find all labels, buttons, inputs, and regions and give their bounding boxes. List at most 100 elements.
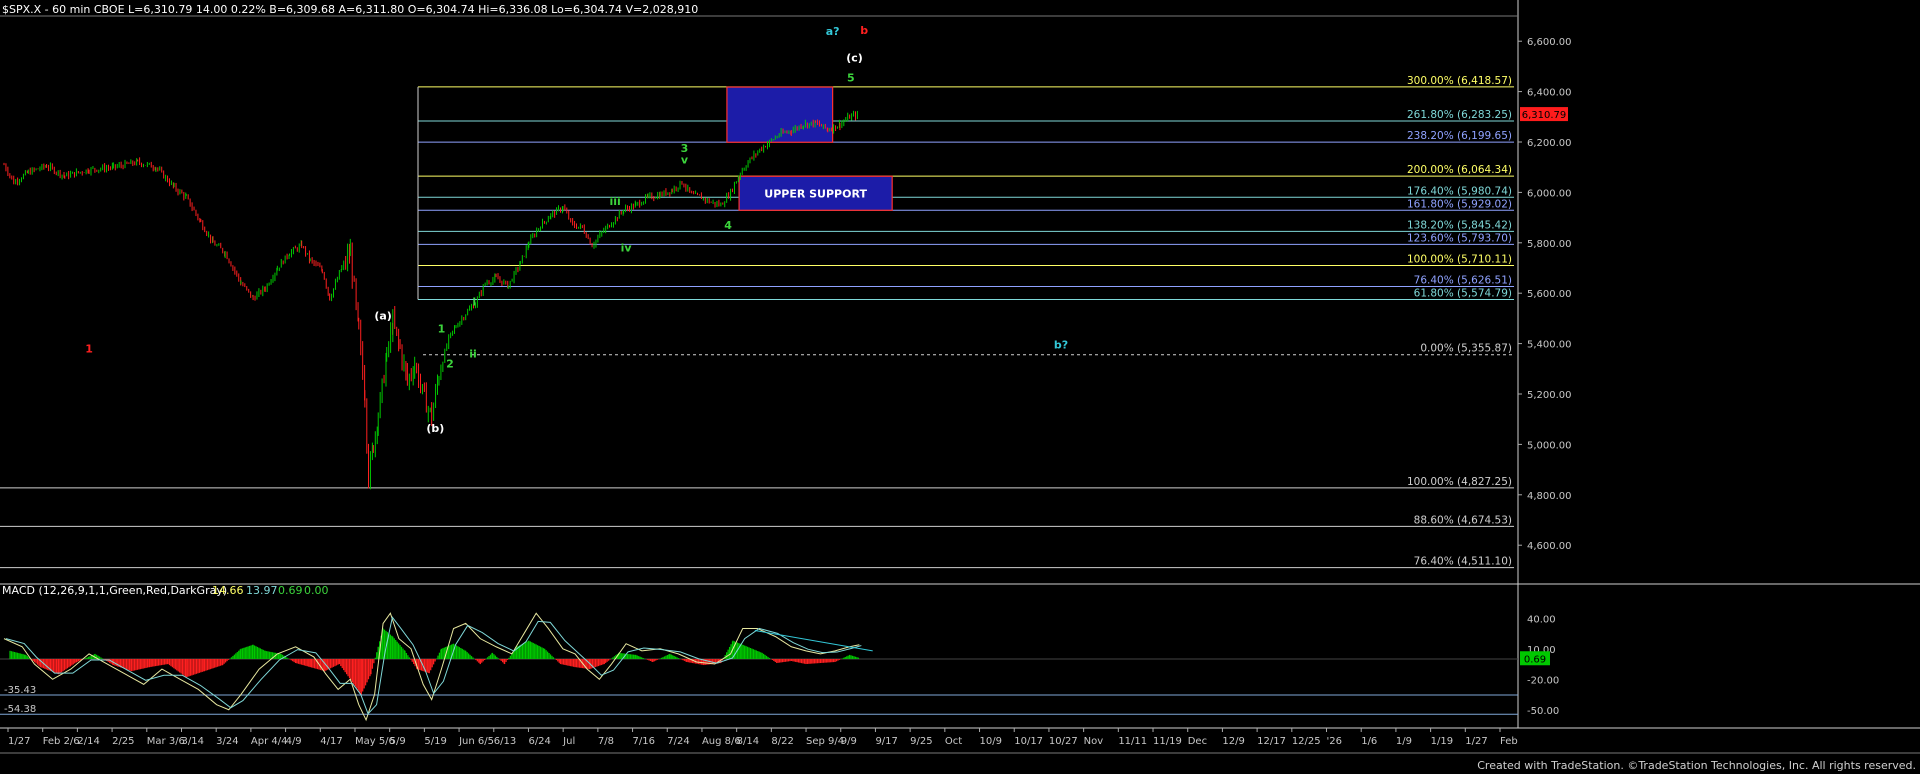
wave-label-7: 4 [724, 219, 732, 232]
x-tick-label-8: 4/9 [286, 736, 302, 747]
wave-label-13: 2 [446, 358, 454, 371]
last-price-text: 6,310.79 [1522, 110, 1567, 121]
x-tick-label-43: Feb [1500, 736, 1518, 747]
x-tick-label-40: 1/9 [1396, 736, 1412, 747]
wave-label-3: 5 [847, 72, 855, 85]
x-tick-label-36: 12/17 [1257, 736, 1286, 747]
x-tick-label-17: 7/8 [598, 736, 614, 747]
wave-label-14: 1 [85, 342, 93, 355]
x-tick-label-9: 4/17 [320, 736, 342, 747]
fib-label-10: 61.80% (5,574.79) [1414, 288, 1512, 300]
x-tick-label-39: 1/6 [1361, 736, 1377, 747]
fib-label-12: 100.00% (4,827.25) [1407, 476, 1512, 488]
wave-label-1: b [860, 24, 868, 37]
x-tick-label-23: Sep 9/4 [806, 736, 844, 747]
macd-tick-label-3: -50.00 [1527, 706, 1559, 717]
fib-label-9: 76.40% (5,626.51) [1414, 275, 1512, 287]
macd-level-label-0: -35.43 [4, 685, 36, 696]
y-tick-label-8: 6,200.00 [1527, 138, 1572, 149]
x-tick-label-12: 5/19 [424, 736, 446, 747]
wave-label-9: (a) [374, 310, 391, 323]
x-tick-label-16: Jul [562, 736, 575, 747]
wave-label-15: b? [1054, 339, 1068, 352]
macd-level-label-1: -54.38 [4, 704, 36, 715]
target-box-0 [726, 86, 834, 143]
x-tick-label-0: 1/27 [8, 736, 30, 747]
x-tick-label-4: Mar 3/6 [147, 736, 185, 747]
x-tick-label-37: 12/25 [1292, 736, 1321, 747]
fib-label-8: 100.00% (5,710.11) [1407, 253, 1512, 265]
wave-label-16: (b) [426, 422, 444, 435]
fib-label-5: 161.80% (5,929.02) [1407, 198, 1512, 210]
macd-value-4: 0.00 [304, 584, 329, 597]
x-tick-label-42: 1/27 [1465, 736, 1487, 747]
chart: 300.00% (6,418.57) 261.80% (6,283.25) 238.… [0, 0, 1920, 774]
x-tick-label-29: 10/17 [1014, 736, 1043, 747]
wave-label-0: a? [826, 25, 840, 38]
wave-label-6: iii [609, 195, 620, 208]
x-tick-label-22: 8/22 [771, 736, 793, 747]
fib-label-4: 176.40% (5,980.74) [1407, 185, 1512, 197]
macd-value-1: 14.66 [212, 584, 244, 597]
wave-label-11: i [472, 295, 476, 308]
x-tick-label-35: 12/9 [1222, 736, 1244, 747]
wave-label-10: 1 [438, 322, 446, 335]
macd-tick-label-0: 40.00 [1527, 614, 1556, 625]
x-tick-label-20: Aug 8/6 [702, 736, 741, 747]
fib-label-3: 200.00% (6,064.34) [1407, 164, 1512, 176]
wave-label-12: ii [469, 347, 477, 360]
x-tick-label-34: Dec [1188, 736, 1207, 747]
fib-label-11: 0.00% (5,355.87) [1420, 343, 1512, 355]
y-tick-label-9: 6,400.00 [1527, 88, 1572, 99]
tradestation-credit: Created with TradeStation. ©TradeStation… [1477, 759, 1916, 772]
x-tick-label-2: 2/14 [77, 736, 99, 747]
fib-label-2: 238.20% (6,199.65) [1407, 130, 1512, 142]
macd-value-2: 13.97 [246, 584, 278, 597]
y-tick-label-3: 5,200.00 [1527, 390, 1572, 401]
y-tick-label-1: 4,800.00 [1527, 491, 1572, 502]
x-tick-label-3: 2/25 [112, 736, 134, 747]
y-tick-label-2: 5,000.00 [1527, 440, 1572, 451]
fib-label-1: 261.80% (6,283.25) [1407, 109, 1512, 121]
y-tick-label-4: 5,400.00 [1527, 340, 1572, 351]
x-tick-label-41: 1/19 [1431, 736, 1453, 747]
y-tick-label-0: 4,600.00 [1527, 541, 1572, 552]
y-tick-label-6: 5,800.00 [1527, 239, 1572, 250]
x-tick-label-18: 7/16 [633, 736, 655, 747]
macd-header: MACD (12,26,9,1,1,Green,Red,DarkGray) 14… [2, 584, 329, 597]
macd-current-text: 0.69 [1524, 654, 1546, 665]
x-tick-label-32: 11/11 [1118, 736, 1147, 747]
wave-label-5: v [681, 153, 689, 166]
x-tick-label-24: 9/9 [841, 736, 857, 747]
x-tick-label-13: Jun 6/5 [458, 736, 494, 747]
x-tick-label-25: 9/17 [875, 736, 897, 747]
fib-label-0: 300.00% (6,418.57) [1407, 75, 1512, 87]
wave-label-8: iv [621, 242, 633, 255]
x-tick-label-1: Feb 2/6 [43, 736, 80, 747]
x-tick-label-31: Nov [1084, 736, 1104, 747]
x-tick-label-5: 3/14 [181, 736, 203, 747]
symbol-header: $SPX.X - 60 min CBOE L=6,310.79 14.00 0.… [2, 3, 698, 16]
macd-tick-label-2: -20.00 [1527, 675, 1559, 686]
x-tick-label-11: 5/9 [390, 736, 406, 747]
x-tick-label-19: 7/24 [667, 736, 689, 747]
upper-support-label: UPPER SUPPORT [764, 187, 867, 200]
x-tick-label-26: 9/25 [910, 736, 932, 747]
x-tick-label-15: 6/24 [528, 736, 550, 747]
chart-background [0, 0, 1920, 774]
y-tick-label-7: 6,000.00 [1527, 188, 1572, 199]
macd-value-3: 0.69 [278, 584, 303, 597]
fib-label-14: 76.40% (4,511.10) [1414, 556, 1512, 568]
x-tick-label-33: 11/19 [1153, 736, 1182, 747]
wave-label-2: (c) [846, 51, 863, 64]
fib-label-6: 138.20% (5,845.42) [1407, 219, 1512, 231]
macd-label: MACD (12,26,9,1,1,Green,Red,DarkGray) [2, 584, 227, 597]
y-tick-label-5: 5,600.00 [1527, 289, 1572, 300]
fib-label-7: 123.60% (5,793.70) [1407, 232, 1512, 244]
x-tick-label-30: 10/27 [1049, 736, 1078, 747]
y-tick-label-10: 6,600.00 [1527, 37, 1572, 48]
x-tick-label-27: Oct [945, 736, 962, 747]
x-tick-label-28: 10/9 [980, 736, 1002, 747]
x-tick-label-21: 8/14 [737, 736, 759, 747]
x-tick-label-7: Apr 4/4 [251, 736, 288, 747]
